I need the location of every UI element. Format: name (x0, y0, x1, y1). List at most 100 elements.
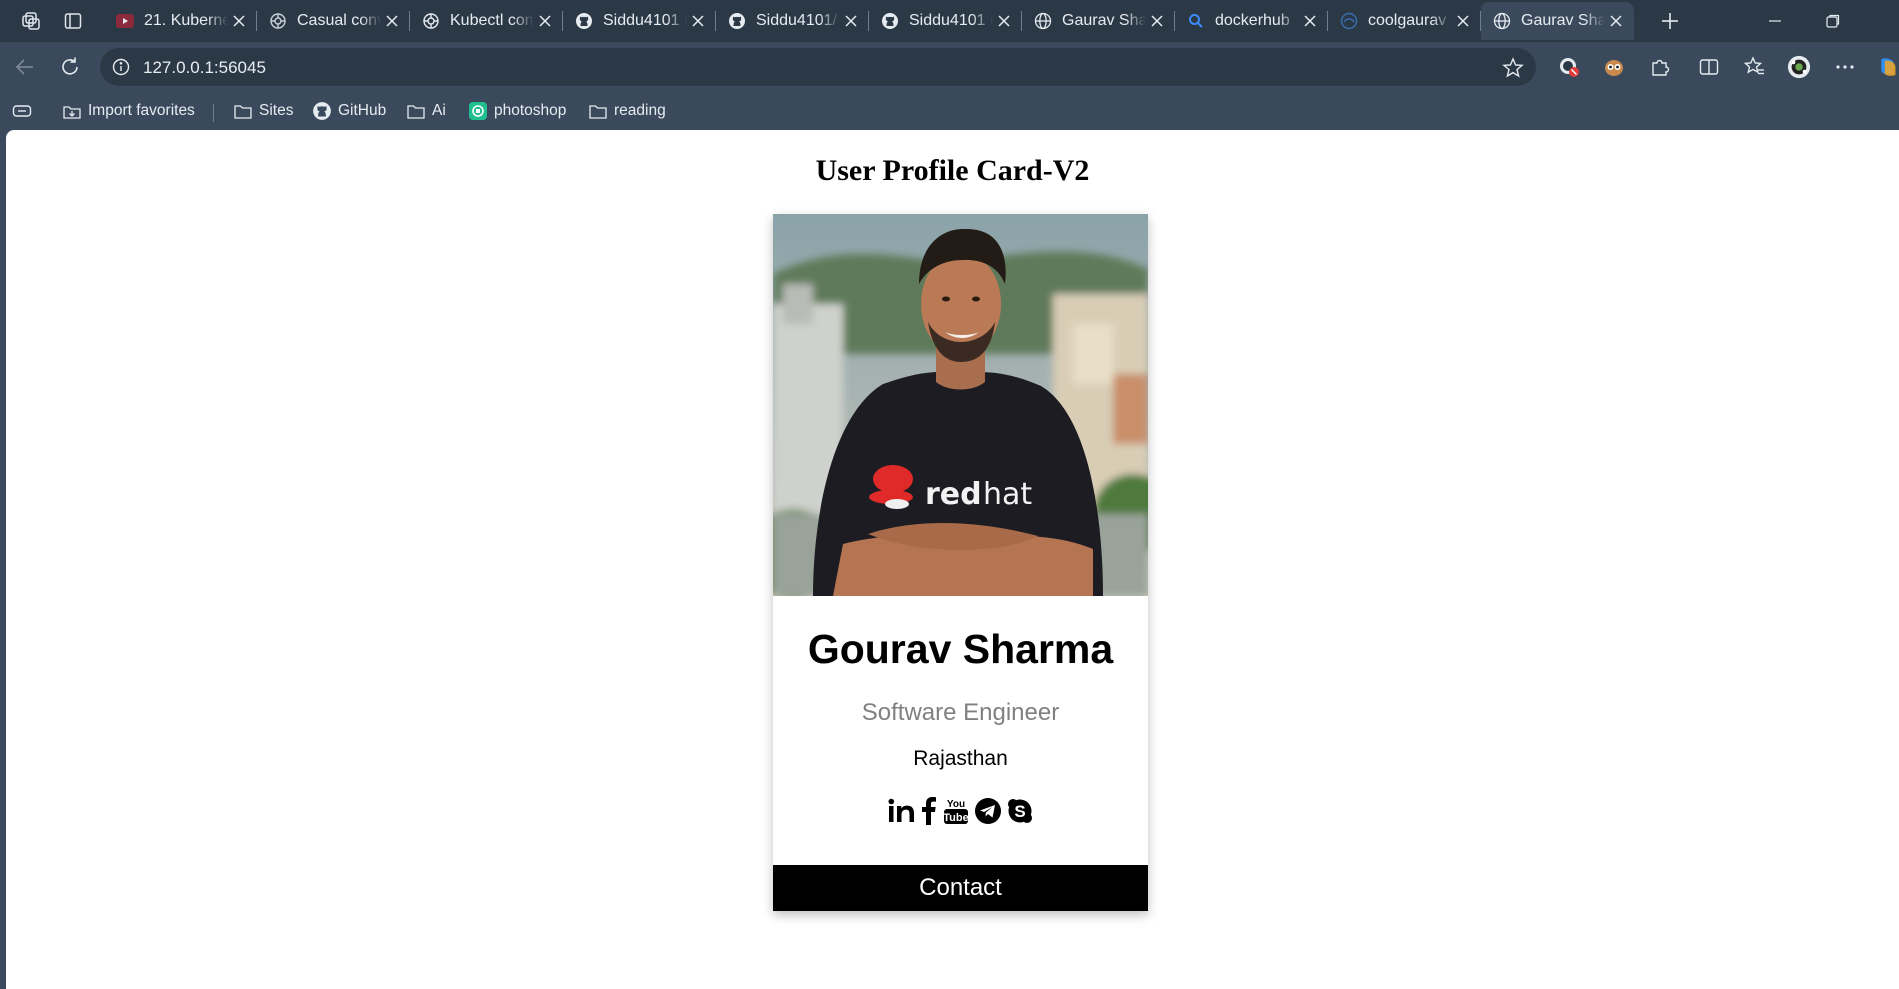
import-icon (63, 106, 81, 119)
folder-icon (589, 105, 607, 119)
bookmark-ai[interactable]: Ai (406, 100, 446, 122)
skype-icon[interactable]: S (1006, 796, 1034, 826)
bookmark-reading[interactable]: reading (588, 100, 666, 122)
close-icon[interactable] (537, 13, 553, 29)
bookmarks-divider (213, 104, 214, 122)
site-info-icon[interactable] (112, 58, 130, 76)
search-icon (1187, 12, 1205, 30)
github-icon (728, 12, 746, 30)
page-title: User Profile Card-V2 (815, 154, 1090, 187)
back-button[interactable] (12, 54, 38, 80)
svg-text:hat: hat (983, 477, 1032, 512)
svg-text:red: red (925, 477, 982, 512)
bookmark-label: Import favorites (88, 102, 195, 119)
photoshop-icon (469, 102, 487, 120)
profile-role: Software Engineer (861, 699, 1060, 726)
globe-icon (1034, 12, 1052, 30)
facebook-icon[interactable] (920, 796, 938, 826)
tab-github-siddu-2[interactable]: Siddu4101/ (716, 2, 869, 40)
url-text[interactable]: 127.0.0.1:56045 (143, 58, 266, 78)
bookmark-label: photoshop (494, 102, 567, 119)
tracking-blocker-icon[interactable] (1557, 55, 1581, 79)
tab-github-siddu-3[interactable]: Siddu4101 ( (869, 2, 1022, 40)
github-icon (881, 12, 899, 30)
workspaces-icon[interactable] (18, 8, 44, 34)
tab-title: Gaurav Sharma (1521, 12, 1605, 29)
close-icon[interactable] (1302, 13, 1318, 29)
profile-photo: red hat (773, 214, 1148, 596)
profile-avatar-icon[interactable] (1787, 55, 1811, 79)
favorites-icon[interactable] (1743, 55, 1767, 79)
linkedin-icon[interactable] (888, 796, 916, 826)
svg-text:You: You (946, 799, 964, 810)
tab-dockerhub-search[interactable]: dockerhub (1175, 2, 1328, 40)
youtube-icon (116, 12, 134, 30)
tab-gaurav-sharma-1[interactable]: Gaurav Sharma (1022, 2, 1175, 40)
page-viewport: User Profile Card-V2 red hat Gourav Shar… (6, 130, 1899, 989)
browser-toolbar: 127.0.0.1:56045 (0, 42, 1899, 92)
tab-title: Casual conversation (297, 12, 381, 29)
close-icon[interactable] (231, 13, 247, 29)
folder-icon (234, 105, 252, 119)
chatgpt-icon (269, 12, 287, 30)
split-screen-icon[interactable] (1697, 55, 1721, 79)
owl-extension-icon[interactable] (1602, 55, 1626, 79)
close-icon[interactable] (690, 13, 706, 29)
refresh-button[interactable] (57, 54, 83, 80)
address-bar[interactable]: 127.0.0.1:56045 (100, 48, 1536, 86)
bookmark-label: reading (614, 102, 666, 119)
close-icon[interactable] (843, 13, 859, 29)
minimize-button[interactable] (1752, 6, 1798, 36)
globe-icon (1493, 12, 1511, 30)
tab-casual-conversation[interactable]: Casual conversation (257, 2, 410, 40)
svg-text:S: S (1014, 802, 1025, 821)
docker-icon (1340, 12, 1358, 30)
tab-strip: 21. Kubernetes Casual conversation Kubec… (0, 0, 1899, 42)
tab-title: coolgaurav (1368, 12, 1447, 29)
tab-title: dockerhub (1215, 12, 1290, 29)
restore-button[interactable] (1810, 6, 1856, 36)
github-icon (313, 102, 331, 120)
copilot-icon[interactable] (1876, 55, 1899, 79)
svg-text:Tube: Tube (943, 812, 968, 824)
profile-name: Gourav Sharma (807, 626, 1114, 672)
tab-github-siddu-1[interactable]: Siddu4101 ( (563, 2, 716, 40)
vertical-tabs-icon[interactable] (60, 8, 86, 34)
close-icon[interactable] (996, 13, 1012, 29)
tab-title: Siddu4101 ( (603, 12, 687, 29)
tab-kubectl-commands[interactable]: Kubectl commands (410, 2, 563, 40)
tab-kubernetes-video[interactable]: 21. Kubernetes (104, 2, 257, 40)
extensions-icon[interactable] (1648, 55, 1672, 79)
close-icon[interactable] (1455, 13, 1471, 29)
tab-title: Gaurav Sharma (1062, 12, 1146, 29)
telegram-icon[interactable] (974, 796, 1002, 826)
bookmark-sites[interactable]: Sites (233, 100, 293, 122)
bookmarks-bar: Import favorites Sites GitHub Ai photosh… (0, 92, 1899, 130)
close-icon[interactable] (1149, 13, 1165, 29)
github-icon (575, 12, 593, 30)
tab-title: 21. Kubernetes (144, 12, 228, 29)
tab-list: 21. Kubernetes Casual conversation Kubec… (104, 2, 1634, 40)
tab-gaurav-sharma-active[interactable]: Gaurav Sharma (1481, 2, 1634, 40)
tab-title: Kubectl commands (450, 12, 534, 29)
bookmarks-collection-icon[interactable] (12, 100, 38, 122)
bookmark-import-favorites[interactable]: Import favorites (62, 100, 195, 122)
bookmark-github[interactable]: GitHub (312, 100, 386, 122)
close-icon[interactable] (384, 13, 400, 29)
more-menu-icon[interactable] (1833, 55, 1857, 79)
tab-coolgaurav[interactable]: coolgaurav (1328, 2, 1481, 40)
tab-title: Siddu4101 ( (909, 12, 993, 29)
contact-button[interactable]: Contact (773, 865, 1148, 911)
profile-card: red hat Gourav Sharma Software Engineer … (773, 214, 1148, 911)
youtube-icon[interactable]: You Tube (942, 796, 970, 826)
chatgpt-icon (422, 12, 440, 30)
favorite-star-icon[interactable] (1502, 57, 1524, 79)
tab-title: Siddu4101/ (756, 12, 837, 29)
close-icon[interactable] (1608, 13, 1624, 29)
bookmark-label: GitHub (338, 102, 387, 119)
bookmark-photoshop[interactable]: photoshop (468, 100, 566, 122)
bookmark-label: Sites (259, 102, 294, 119)
new-tab-button[interactable] (1655, 6, 1685, 36)
profile-location: Rajasthan (913, 747, 1008, 770)
folder-icon (407, 105, 425, 119)
